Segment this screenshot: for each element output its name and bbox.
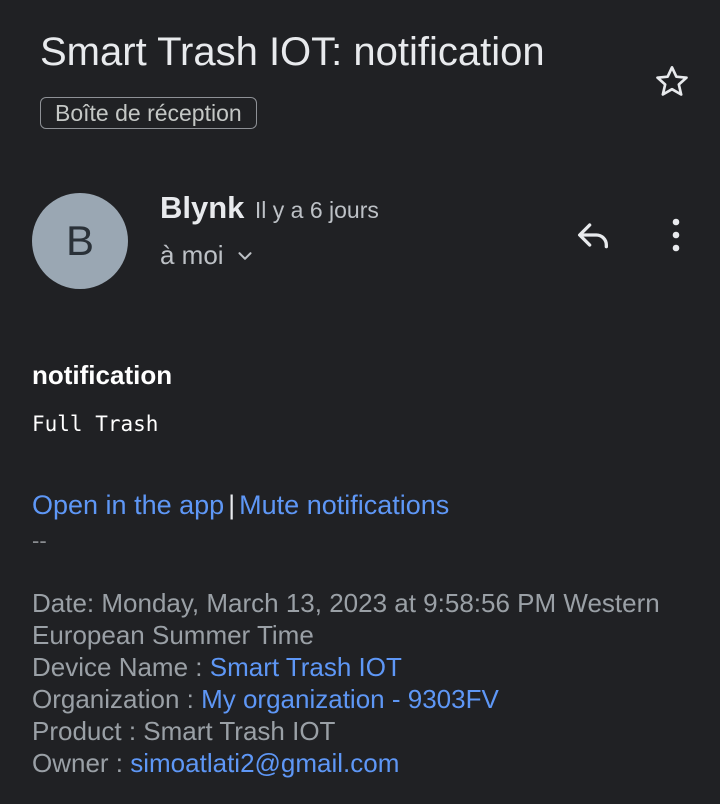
message-text: Full Trash bbox=[32, 412, 159, 436]
more-vert-icon bbox=[672, 218, 680, 252]
sender-avatar[interactable]: B bbox=[32, 193, 128, 289]
date-line: Date: Monday, March 13, 2023 at 9:58:56 … bbox=[32, 588, 660, 650]
sender-name: Blynk bbox=[160, 190, 245, 225]
organization-line: Organization : My organization - 9303FV bbox=[32, 683, 702, 715]
inbox-label-chip[interactable]: Boîte de réception bbox=[40, 97, 257, 129]
device-name-label: Device Name : bbox=[32, 652, 210, 682]
chevron-down-icon bbox=[238, 251, 252, 260]
owner-email-link[interactable]: simoatlati2@gmail.com bbox=[130, 748, 399, 778]
action-links: Open in the app | Mute notifications bbox=[32, 490, 449, 521]
message-heading: notification bbox=[32, 360, 173, 390]
received-time: Il y a 6 jours bbox=[254, 197, 379, 223]
owner-line: Owner : simoatlati2@gmail.com bbox=[32, 747, 702, 779]
star-outline-icon bbox=[656, 66, 688, 96]
recipient-label: à moi bbox=[160, 240, 224, 270]
recipient-details-toggle[interactable]: à moi bbox=[160, 240, 256, 271]
open-in-app-link[interactable]: Open in the app bbox=[32, 490, 224, 520]
device-name-link[interactable]: Smart Trash IOT bbox=[210, 652, 402, 682]
more-options-button[interactable] bbox=[656, 210, 696, 260]
organization-label: Organization : bbox=[32, 684, 202, 714]
link-separator: | bbox=[228, 490, 236, 520]
signature-separator: -- bbox=[32, 528, 47, 553]
reply-button[interactable] bbox=[568, 210, 618, 260]
notification-details: Date: Monday, March 13, 2023 at 9:58:56 … bbox=[32, 587, 702, 779]
star-button[interactable] bbox=[650, 60, 694, 104]
organization-link[interactable]: My organization - 9303FV bbox=[201, 684, 499, 714]
product-line: Product : Smart Trash IOT bbox=[32, 716, 336, 746]
owner-label: Owner : bbox=[32, 748, 131, 778]
email-subject: Smart Trash IOT: notification bbox=[40, 30, 545, 74]
device-name-line: Device Name : Smart Trash IOT bbox=[32, 651, 702, 683]
mute-notifications-link[interactable]: Mute notifications bbox=[239, 490, 449, 520]
reply-icon bbox=[578, 223, 608, 249]
sender-line: Blynk Il y a 6 jours bbox=[160, 190, 379, 226]
